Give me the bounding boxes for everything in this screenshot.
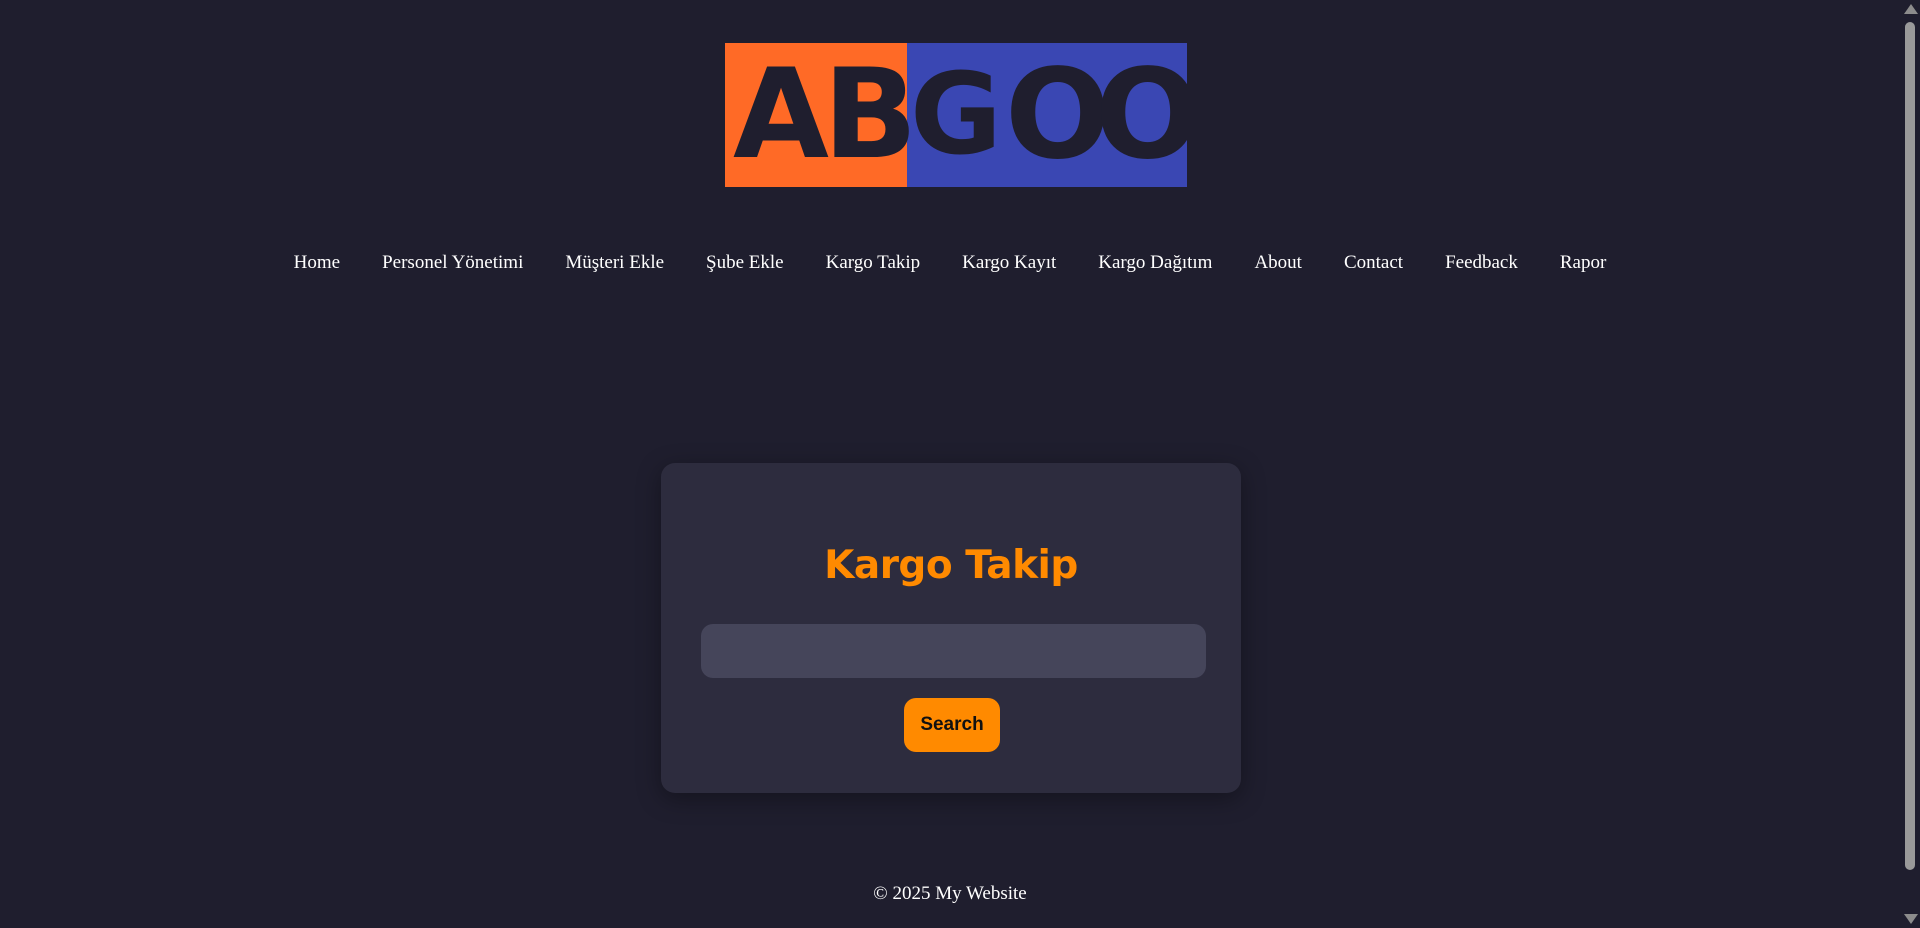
vertical-scrollbar[interactable] [1900,0,1920,928]
nav-link-contact[interactable]: Contact [1344,252,1403,274]
scrollbar-thumb[interactable] [1905,22,1915,870]
copyright-text: © 2025 My Website [873,883,1027,904]
logo-letter-a: A [733,43,831,187]
page-footer: © 2025 My Website [0,883,1900,905]
nav-link-kargo-takip[interactable]: Kargo Takip [826,252,921,274]
logo-wordmark: A B G O O [725,43,1187,187]
logo-letter-g: G [910,50,1004,180]
tracking-card: Kargo Takip Search [661,463,1241,793]
scroll-down-arrow-icon[interactable] [1904,914,1918,924]
logo-letter-b: B [823,43,920,187]
nav-link-musteri-ekle[interactable]: Müşteri Ekle [565,252,664,274]
site-logo[interactable]: A B G O O [725,43,1187,187]
logo-letter-o: O [1095,43,1187,187]
tracking-number-input[interactable] [701,624,1206,678]
nav-link-kargo-kayit[interactable]: Kargo Kayıt [962,252,1056,274]
search-button[interactable]: Search [904,698,1000,752]
nav-link-feedback[interactable]: Feedback [1445,252,1518,274]
scroll-up-arrow-icon[interactable] [1904,4,1918,14]
logo-letter-o: O [1005,43,1113,187]
nav-link-sube-ekle[interactable]: Şube Ekle [706,252,784,274]
nav-link-kargo-dagitim[interactable]: Kargo Dağıtım [1098,252,1212,274]
tracking-title: Kargo Takip [824,543,1078,588]
nav-link-about[interactable]: About [1254,252,1302,274]
nav-link-home[interactable]: Home [294,252,340,274]
main-navigation: Home Personel Yönetimi Müşteri Ekle Şube… [0,252,1900,274]
nav-link-rapor[interactable]: Rapor [1560,252,1606,274]
nav-link-personel-yonetimi[interactable]: Personel Yönetimi [382,252,523,274]
